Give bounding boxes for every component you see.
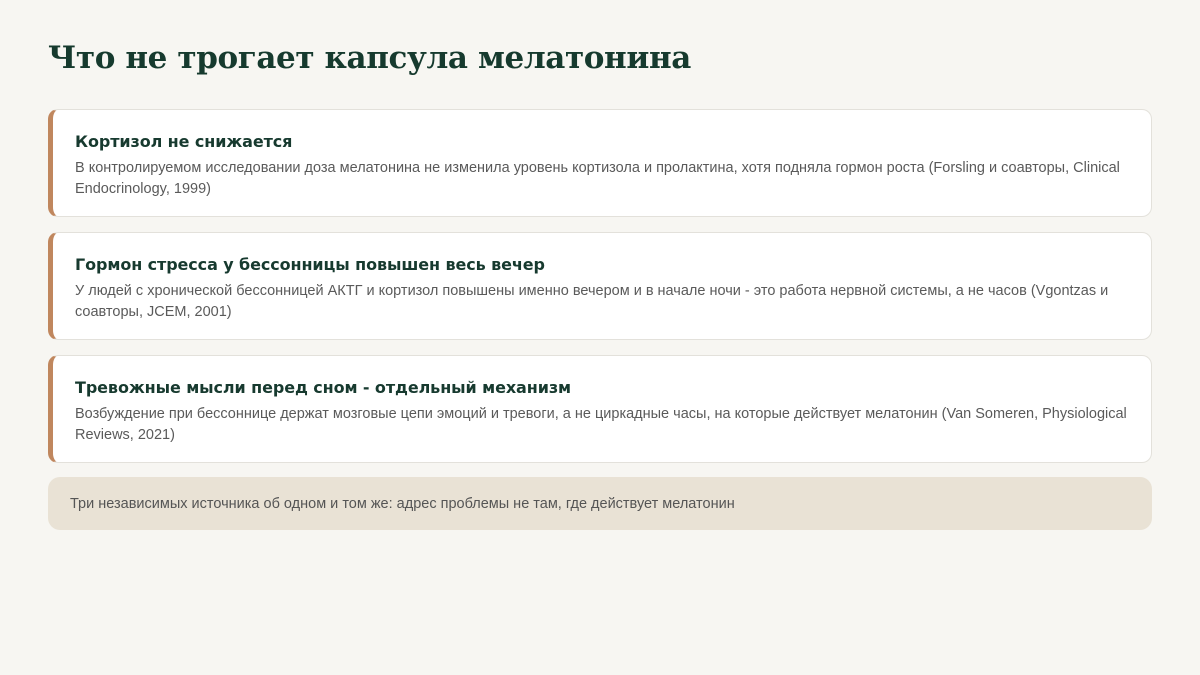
cards-list: Кортизол не снижается В контролируемом и… xyxy=(48,109,1152,478)
card-text: В контролируемом исследовании доза мелат… xyxy=(75,160,1120,197)
page-title: Что не трогает капсула мелатонина xyxy=(48,40,691,76)
summary-box: Три независимых источника об одном и том… xyxy=(48,477,1152,530)
card-anxious-thoughts: Тревожные мысли перед сном - отдельный м… xyxy=(48,355,1152,463)
summary-text: Три независимых источника об одном и том… xyxy=(70,495,735,512)
card-text: Возбуждение при бессоннице держат мозгов… xyxy=(75,406,1127,443)
card-cortisol: Кортизол не снижается В контролируемом и… xyxy=(48,109,1152,217)
card-text: У людей с хронической бессонницей АКТГ и… xyxy=(75,283,1109,320)
card-title: Тревожные мысли перед сном - отдельный м… xyxy=(75,378,571,397)
card-title: Кортизол не снижается xyxy=(75,132,293,151)
card-stress-hormone: Гормон стресса у бессонницы повышен весь… xyxy=(48,232,1152,340)
card-title: Гормон стресса у бессонницы повышен весь… xyxy=(75,255,545,274)
